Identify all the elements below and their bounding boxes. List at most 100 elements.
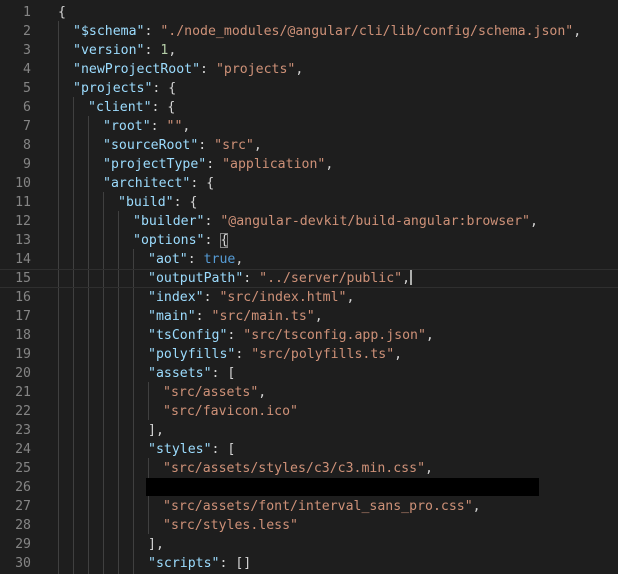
- code-line[interactable]: 21 "src/assets",: [0, 383, 618, 402]
- line-code[interactable]: "src/assets/styles/c3/c3.min.css",: [163, 459, 433, 478]
- code-line[interactable]: 13 "options": {: [0, 231, 618, 250]
- punctuation: : {: [151, 100, 176, 115]
- code-line[interactable]: 11 "build": {: [0, 193, 618, 212]
- json-key: "options": [133, 233, 205, 248]
- code-line[interactable]: 1{: [0, 3, 618, 22]
- json-string: "src/polyfills.ts": [251, 347, 395, 362]
- line-code[interactable]: "polyfills": "src/polyfills.ts",: [148, 345, 402, 364]
- line-code[interactable]: "sourceRoot": "src",: [103, 136, 262, 155]
- code-line[interactable]: 5 "projects": {: [0, 79, 618, 98]
- punctuation: : {: [190, 176, 215, 191]
- code-line[interactable]: 8 "sourceRoot": "src",: [0, 136, 618, 155]
- line-code[interactable]: "index": "src/index.html",: [148, 288, 354, 307]
- line-code[interactable]: ],: [148, 535, 164, 554]
- line-code[interactable]: "projects": {: [73, 79, 176, 98]
- line-number: 24: [15, 442, 31, 457]
- line-code[interactable]: "projectType": "application",: [103, 155, 333, 174]
- line-code[interactable]: "src/styles.less": [163, 516, 298, 535]
- line-code[interactable]: "tsConfig": "src/tsconfig.app.json",: [148, 326, 434, 345]
- code-line[interactable]: 24 "styles": [: [0, 440, 618, 459]
- json-key: "$schema": [73, 24, 145, 39]
- code-line[interactable]: 2 "$schema": "./node_modules/@angular/cli…: [0, 22, 618, 41]
- code-line[interactable]: 20 "assets": [: [0, 364, 618, 383]
- line-code[interactable]: "newProjectRoot": "projects",: [73, 60, 303, 79]
- code-line[interactable]: 3 "version": 1,: [0, 41, 618, 60]
- line-number: 12: [15, 214, 31, 229]
- line-code[interactable]: "version": 1,: [73, 41, 176, 60]
- punctuation: ,: [168, 43, 177, 58]
- code-editor[interactable]: 1{2 "$schema": "./node_modules/@angular/c…: [0, 0, 618, 574]
- line-code[interactable]: "src/assets/font/interval_sans_pro.css",: [163, 497, 481, 516]
- punctuation: ,: [402, 271, 411, 286]
- line-number: 19: [15, 347, 31, 362]
- punctuation: :: [243, 271, 260, 286]
- json-string: "application": [222, 157, 326, 172]
- code-line[interactable]: 29],: [0, 535, 618, 554]
- punctuation: :: [150, 119, 167, 134]
- code-line[interactable]: 23],: [0, 421, 618, 440]
- punctuation: ],: [148, 537, 164, 552]
- code-line[interactable]: 16 "index": "src/index.html",: [0, 288, 618, 307]
- code-line[interactable]: 9 "projectType": "application",: [0, 155, 618, 174]
- code-line[interactable]: 15 "outputPath": "../server/public",: [0, 269, 618, 288]
- code-line[interactable]: 6 "client": {: [0, 98, 618, 117]
- line-code[interactable]: "client": {: [88, 98, 175, 117]
- json-key: "polyfills": [148, 347, 236, 362]
- code-line[interactable]: 27 "src/assets/font/interval_sans_pro.css…: [0, 497, 618, 516]
- line-code[interactable]: "$schema": "./node_modules/@angular/cli/…: [73, 22, 581, 41]
- code-line[interactable]: 4 "newProjectRoot": "projects",: [0, 60, 618, 79]
- line-code[interactable]: "scripts": []: [148, 554, 251, 573]
- line-number: 7: [23, 119, 31, 134]
- line-code[interactable]: "assets": [: [148, 364, 235, 383]
- code-line[interactable]: 17 "main": "src/main.ts",: [0, 307, 618, 326]
- code-line[interactable]: 7 "root": "",: [0, 117, 618, 136]
- redaction-box: [146, 478, 539, 496]
- line-code[interactable]: "aot": true,: [148, 250, 243, 269]
- line-code[interactable]: "architect": {: [103, 174, 214, 193]
- code-line[interactable]: 25 "src/assets/styles/c3/c3.min.css",: [0, 459, 618, 478]
- code-line[interactable]: 18 "tsConfig": "src/tsconfig.app.json",: [0, 326, 618, 345]
- json-string: "src/main.ts": [211, 309, 315, 324]
- line-code[interactable]: {: [58, 3, 66, 22]
- json-string: "src/assets/styles/c3/c3.min.css": [163, 461, 426, 476]
- punctuation: : {: [173, 195, 198, 210]
- json-string: "src": [214, 138, 254, 153]
- json-key: "outputPath": [148, 271, 244, 286]
- punctuation: ,: [253, 138, 262, 153]
- code-line[interactable]: 14 "aot": true,: [0, 250, 618, 269]
- code-line[interactable]: 12 "builder": "@angular-devkit/build-angu…: [0, 212, 618, 231]
- code-line[interactable]: 22 "src/favicon.ico": [0, 402, 618, 421]
- line-code[interactable]: "src/assets",: [163, 383, 266, 402]
- line-code[interactable]: ],: [148, 421, 164, 440]
- line-code[interactable]: "styles": [: [148, 440, 235, 459]
- punctuation: {: [58, 5, 66, 20]
- code-line[interactable]: 28 "src/styles.less": [0, 516, 618, 535]
- punctuation: :: [235, 347, 252, 362]
- line-number: 1: [23, 5, 31, 20]
- json-key: "projects": [73, 81, 153, 96]
- line-code[interactable]: "builder": "@angular-devkit/build-angula…: [133, 212, 538, 231]
- line-code[interactable]: "options": {: [133, 231, 229, 250]
- json-key: "assets": [148, 366, 212, 381]
- json-string: "src/assets/font/interval_sans_pro.css": [163, 499, 473, 514]
- punctuation: ,: [472, 499, 481, 514]
- line-number: 11: [15, 195, 31, 210]
- line-code[interactable]: "build": {: [118, 193, 197, 212]
- line-code[interactable]: "root": "",: [103, 117, 190, 136]
- punctuation: ,: [346, 290, 355, 305]
- code-line[interactable]: 30 "scripts": []: [0, 554, 618, 573]
- code-line[interactable]: 19 "polyfills": "src/polyfills.ts",: [0, 345, 618, 364]
- json-key: "projectType": [103, 157, 207, 172]
- line-code[interactable]: "src/favicon.ico": [163, 402, 298, 421]
- punctuation: ,: [530, 214, 538, 229]
- punctuation: : [: [211, 366, 236, 381]
- json-string: "src/assets": [163, 385, 259, 400]
- json-string: "src/tsconfig.app.json": [243, 328, 426, 343]
- punctuation: :: [227, 328, 244, 343]
- line-code[interactable]: "outputPath": "../server/public",: [148, 269, 413, 288]
- line-number: 29: [15, 537, 31, 552]
- line-code[interactable]: "main": "src/main.ts",: [148, 307, 323, 326]
- line-number: 6: [23, 100, 31, 115]
- line-number: 3: [23, 43, 31, 58]
- code-line[interactable]: 10 "architect": {: [0, 174, 618, 193]
